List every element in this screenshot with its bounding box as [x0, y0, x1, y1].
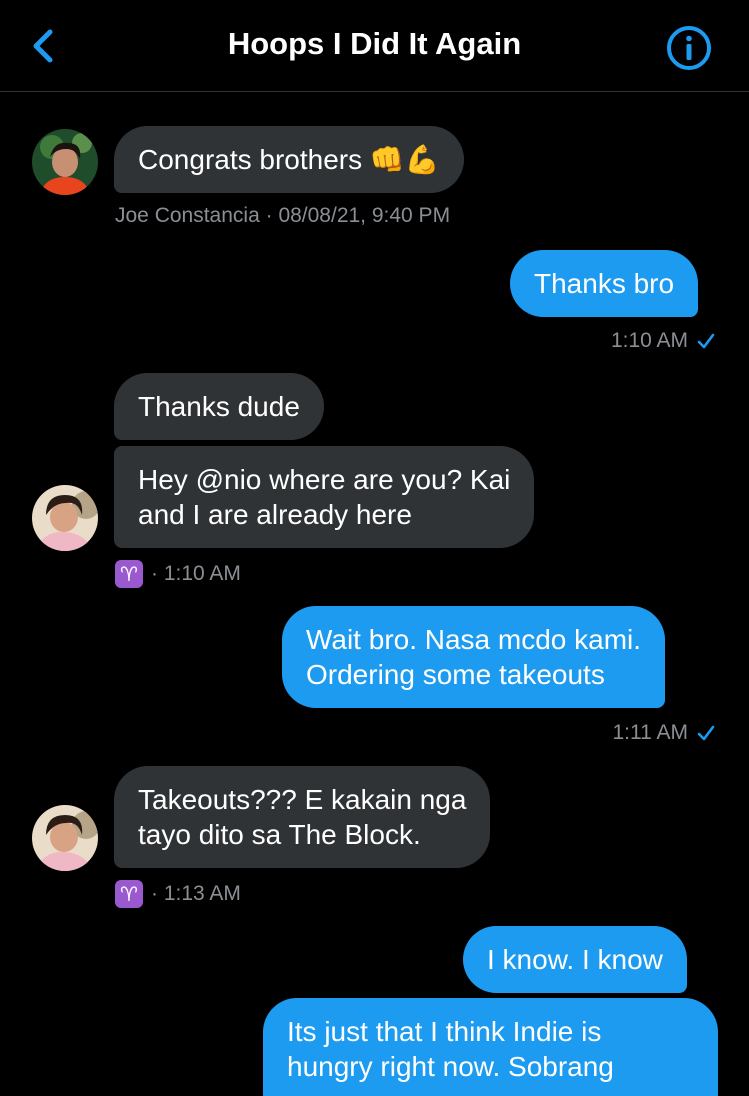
message-meta: ♈ · 1:10 AM — [115, 560, 241, 588]
message-text-line: and I are already here — [138, 499, 412, 530]
message-timestamp: 1:13 AM — [163, 882, 241, 905]
avatar-sender[interactable] — [32, 485, 98, 551]
meta-separator: · — [151, 882, 164, 905]
message-meta: ♈ · 1:13 AM — [115, 880, 241, 908]
message-timestamp: 1:10 AM — [610, 329, 688, 352]
message-text-line: Wait bro. Nasa mcdo kami. — [306, 624, 642, 655]
sent-check-icon — [697, 333, 715, 349]
message-bubble[interactable]: I know. I know — [463, 926, 687, 993]
message-text: Thanks dude — [138, 391, 300, 422]
message-bubble[interactable]: Its just that I think Indie is hungry ri… — [263, 998, 718, 1096]
message-bubble[interactable]: Wait bro. Nasa mcdo kami. Ordering some … — [282, 606, 666, 708]
aries-badge-icon: ♈ — [115, 560, 143, 588]
message-text: Thanks bro — [534, 268, 675, 299]
message-timestamp: 1:10 AM — [163, 562, 241, 585]
message-bubble[interactable]: Thanks bro — [510, 250, 699, 317]
message-text-line: Its just that I think Indie is — [287, 1016, 602, 1047]
sender-name: Joe Constancia — [115, 204, 260, 227]
message-timestamp: 08/08/21, 9:40 PM — [278, 204, 451, 227]
conversation-title: Hoops I Did It Again — [227, 26, 522, 61]
message-text-line: hungry right now. Sobrang — [287, 1051, 614, 1082]
aries-badge-icon: ♈ — [115, 880, 143, 908]
meta-separator: · — [151, 562, 164, 585]
message-bubble[interactable]: Thanks dude — [114, 373, 324, 440]
message-text-line: Takeouts??? E kakain nga — [138, 784, 467, 815]
avatar-sender[interactable] — [32, 805, 98, 871]
message-meta: Joe Constancia · 08/08/21, 9:40 PM — [115, 204, 450, 228]
message-text: Congrats brothers 👊💪 — [138, 144, 440, 175]
message-bubble[interactable]: Hey @nio where are you? Kai and I are al… — [114, 446, 535, 548]
message-meta: 1:10 AM — [611, 329, 716, 353]
meta-separator: · — [259, 204, 279, 227]
conversation-header: Hoops I Did It Again — [0, 0, 749, 92]
message-bubble[interactable]: Takeouts??? E kakain nga tayo dito sa Th… — [114, 766, 491, 868]
info-icon[interactable] — [666, 25, 712, 71]
message-text-line: Ordering some takeouts — [306, 659, 605, 690]
avatar-joe-constancia[interactable] — [32, 129, 98, 195]
message-text-line: tayo dito sa The Block. — [138, 819, 421, 850]
message-bubble[interactable]: Congrats brothers 👊💪 — [114, 126, 464, 193]
message-text: I know. I know — [487, 944, 663, 975]
sent-check-icon — [697, 725, 715, 741]
message-meta: 1:11 AM — [613, 721, 717, 745]
message-text-line: Hey @nio where are you? Kai — [138, 464, 511, 495]
message-timestamp: 1:11 AM — [612, 721, 689, 744]
